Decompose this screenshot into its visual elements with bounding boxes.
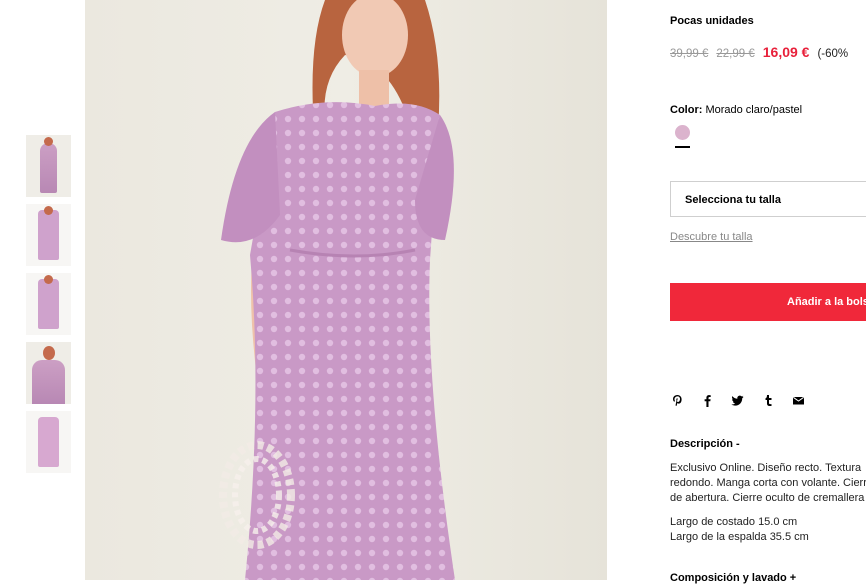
price-row: 39,99 € 22,99 € 16,09 € (-60%	[670, 44, 848, 60]
thumbnail-5[interactable]	[26, 411, 71, 473]
measurement-line: Largo de la espalda 35.5 cm	[670, 531, 809, 543]
discount-label: (-60%	[817, 48, 849, 60]
previous-price: 22,99 €	[716, 48, 755, 60]
color-value: Morado claro/pastel	[705, 104, 803, 116]
original-price: 39,99 €	[670, 48, 709, 60]
thumbnail-2[interactable]	[26, 204, 71, 266]
thumbnail-1[interactable]	[26, 135, 71, 197]
size-select[interactable]: Selecciona tu talla	[670, 181, 866, 217]
color-info: Color: Morado claro/pastel	[670, 104, 802, 116]
tumblr-icon[interactable]	[761, 394, 775, 410]
model-illustration	[219, 0, 455, 580]
main-product-image[interactable]	[85, 0, 607, 580]
selected-swatch-indicator	[675, 146, 690, 148]
color-label: Color:	[670, 104, 703, 116]
facebook-icon[interactable]	[700, 394, 714, 410]
pinterest-icon[interactable]	[670, 394, 684, 410]
stock-status: Pocas unidades	[670, 15, 754, 27]
thumbnail-4[interactable]	[26, 342, 71, 404]
measurement-line: Largo de costado 15.0 cm	[670, 516, 798, 528]
thumbnail-gallery	[26, 135, 71, 480]
description-line: Exclusivo Online. Diseño recto. Textura	[670, 462, 862, 474]
twitter-icon[interactable]	[731, 394, 745, 410]
email-icon[interactable]	[792, 394, 806, 410]
sale-price: 16,09 €	[762, 44, 810, 60]
color-swatch[interactable]	[675, 125, 690, 140]
description-text: Exclusivo Online. Diseño recto. Textura …	[670, 461, 866, 506]
description-line: de abertura. Cierre oculto de cremallera	[670, 492, 865, 504]
size-guide-link[interactable]: Descubre tu talla	[670, 231, 753, 243]
composition-toggle[interactable]: Composición y lavado +	[670, 572, 796, 584]
measurements: Largo de costado 15.0 cm Largo de la esp…	[670, 515, 809, 545]
add-to-bag-button[interactable]: Añadir a la bolsa	[670, 283, 866, 321]
description-toggle[interactable]: Descripción -	[670, 438, 740, 450]
thumbnail-3[interactable]	[26, 273, 71, 335]
share-icons	[670, 393, 818, 409]
description-line: redondo. Manga corta con volante. Cierre	[670, 477, 866, 489]
